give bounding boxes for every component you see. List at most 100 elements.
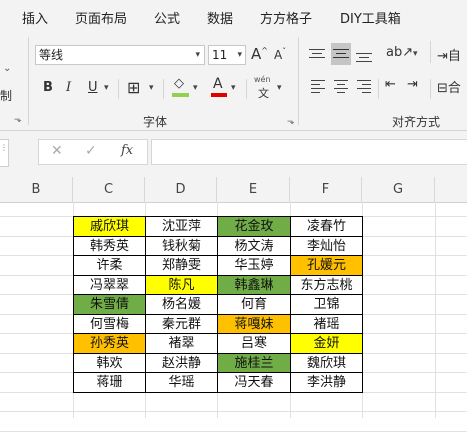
menu-fangfang[interactable]: 方方格子	[260, 8, 312, 27]
enter-check-icon[interactable]: ✓	[85, 143, 97, 159]
italic-button[interactable]: I	[66, 80, 71, 95]
chevron-down-icon[interactable]: ▾	[149, 83, 154, 93]
align-top-icon[interactable]	[309, 47, 325, 63]
shrink-font-button[interactable]: Aˇ	[274, 47, 286, 62]
menu-diy-toolbox[interactable]: DIY工具箱	[340, 8, 401, 27]
increase-indent-icon[interactable]: ⇥	[407, 77, 418, 92]
align-center-icon[interactable]	[334, 80, 348, 94]
table-cell[interactable]: 冯翠翠	[73, 274, 146, 295]
column-header-h[interactable]	[435, 177, 467, 202]
table-cell[interactable]: 李洪静	[290, 372, 363, 393]
gridline-horizontal	[0, 430, 467, 432]
table-cell[interactable]: 李灿怡	[290, 235, 363, 256]
table-cell[interactable]: 朱雪倩	[73, 294, 146, 315]
chevron-down-icon[interactable]: ▾	[277, 83, 282, 93]
column-header-c[interactable]: C	[73, 177, 145, 202]
ribbon: ⌄ 制 ⬎ 等线 ▾ 11 ▾ A^ Aˇ B I U ▾ ⊞ ▾ ◇ ▾ A …	[0, 33, 467, 131]
insert-function-button[interactable]: fx	[121, 143, 133, 158]
table-cell[interactable]: 韩鑫琳	[217, 274, 291, 295]
separator	[28, 37, 29, 125]
table-cell[interactable]: 华玉婷	[217, 255, 291, 276]
align-right-icon[interactable]	[357, 80, 371, 94]
table-cell[interactable]: 韩秀英	[73, 235, 146, 256]
table-cell[interactable]: 钱秋菊	[145, 235, 218, 256]
table-cell[interactable]: 孙秀英	[73, 333, 146, 354]
name-box-chevron-icon[interactable]: ⋮	[0, 143, 8, 152]
column-header-b[interactable]: B	[0, 177, 73, 202]
table-cell[interactable]: 冯天春	[217, 372, 291, 393]
merge-center-label: 合	[447, 81, 461, 96]
font-size-combo[interactable]: 11 ▾	[208, 45, 246, 65]
column-header-e[interactable]: E	[217, 177, 290, 202]
table-cell[interactable]: 花金玫	[217, 216, 291, 237]
shrink-font-label: A	[274, 48, 283, 62]
formula-buttons-box: ✕ ✓ fx	[38, 139, 148, 165]
font-launcher-icon[interactable]: ⬎	[287, 117, 295, 127]
table-cell[interactable]: 何雪梅	[73, 313, 146, 334]
chevron-down-icon[interactable]: ▾	[193, 83, 198, 93]
chevron-down-icon[interactable]: ▾	[237, 46, 242, 64]
gridline-horizontal	[0, 411, 467, 412]
fill-color-icon[interactable]: ◇	[174, 76, 184, 91]
table-cell[interactable]: 孔媛元	[290, 255, 363, 276]
chevron-down-icon[interactable]: ▾	[104, 83, 109, 93]
bold-button[interactable]: B	[43, 80, 53, 95]
table-cell[interactable]: 陈凡	[145, 274, 218, 295]
clipboard-launcher-icon[interactable]: ⬎	[14, 115, 22, 125]
table-cell[interactable]: 赵洪静	[145, 352, 218, 373]
separator	[430, 41, 431, 63]
align-middle-button[interactable]	[331, 43, 351, 65]
underline-button[interactable]: U	[88, 80, 98, 95]
formula-bar: ⋮ ✕ ✓ fx	[0, 131, 467, 177]
clipboard-dropdown-chevron[interactable]: ⌄	[3, 63, 11, 74]
column-header-d[interactable]: D	[145, 177, 217, 202]
menu-page-layout[interactable]: 页面布局	[75, 8, 127, 27]
table-cell[interactable]: 戚欣琪	[73, 216, 146, 237]
table-cell[interactable]: 东方志桃	[290, 274, 363, 295]
formula-input[interactable]	[151, 139, 467, 165]
table-cell[interactable]: 郑静雯	[145, 255, 218, 276]
table-cell[interactable]: 施桂兰	[217, 352, 291, 373]
table-cell[interactable]: 褚瑶	[290, 313, 363, 334]
align-bottom-icon[interactable]	[356, 47, 372, 63]
column-header-f[interactable]: F	[290, 177, 362, 202]
table-cell[interactable]: 杨名媛	[145, 294, 218, 315]
column-header-g[interactable]: G	[362, 177, 435, 202]
table-cell[interactable]: 秦元群	[145, 313, 218, 334]
table-cell[interactable]: 魏欣琪	[290, 352, 363, 373]
chevron-down-icon[interactable]: ▾	[195, 46, 200, 64]
menu-data[interactable]: 数据	[207, 8, 233, 27]
table-cell[interactable]: 杨文涛	[217, 235, 291, 256]
table-cell[interactable]: 韩欢	[73, 352, 146, 373]
chevron-down-icon[interactable]: ▾	[231, 83, 236, 93]
orientation-icon[interactable]: ab↗	[386, 45, 413, 60]
border-icon[interactable]: ⊞	[127, 78, 140, 97]
table-cell[interactable]: 沈亚萍	[145, 216, 218, 237]
table-cell[interactable]: 金妍	[290, 333, 363, 354]
cancel-icon[interactable]: ✕	[51, 143, 63, 159]
table-cell[interactable]: 卫锦	[290, 294, 363, 315]
font-size-value: 11	[212, 48, 228, 62]
menu-formulas[interactable]: 公式	[154, 8, 180, 27]
menu-bar: 插入 页面布局 公式 数据 方方格子 DIY工具箱	[0, 0, 467, 33]
table-cell[interactable]: 华瑶	[145, 372, 218, 393]
table-cell[interactable]: 蒋珊	[73, 372, 146, 393]
align-left-icon[interactable]	[311, 80, 325, 94]
merge-center-button[interactable]: ⊟合	[437, 77, 461, 96]
clipboard-label-fragment: 制	[0, 89, 13, 103]
table-cell[interactable]: 何育	[217, 294, 291, 315]
wrap-text-button[interactable]: ⇥自	[437, 45, 461, 64]
table-cell[interactable]: 许柔	[73, 255, 146, 276]
font-color-icon[interactable]: A	[213, 76, 223, 92]
phonetic-char-icon: 文	[258, 87, 269, 100]
font-name-combo[interactable]: 等线 ▾	[35, 45, 205, 65]
menu-insert[interactable]: 插入	[22, 8, 48, 27]
phonetic-icon[interactable]: wén	[254, 75, 271, 84]
table-cell[interactable]: 蒋嘎妹	[217, 313, 291, 334]
table-cell[interactable]: 褚翠	[145, 333, 218, 354]
table-cell[interactable]: 凌春竹	[290, 216, 363, 237]
table-cell[interactable]: 吕寒	[217, 333, 291, 354]
chevron-down-icon[interactable]: ▾	[413, 49, 418, 59]
decrease-indent-icon[interactable]: ⇤	[385, 77, 396, 92]
grow-font-button[interactable]: A^	[251, 45, 268, 63]
